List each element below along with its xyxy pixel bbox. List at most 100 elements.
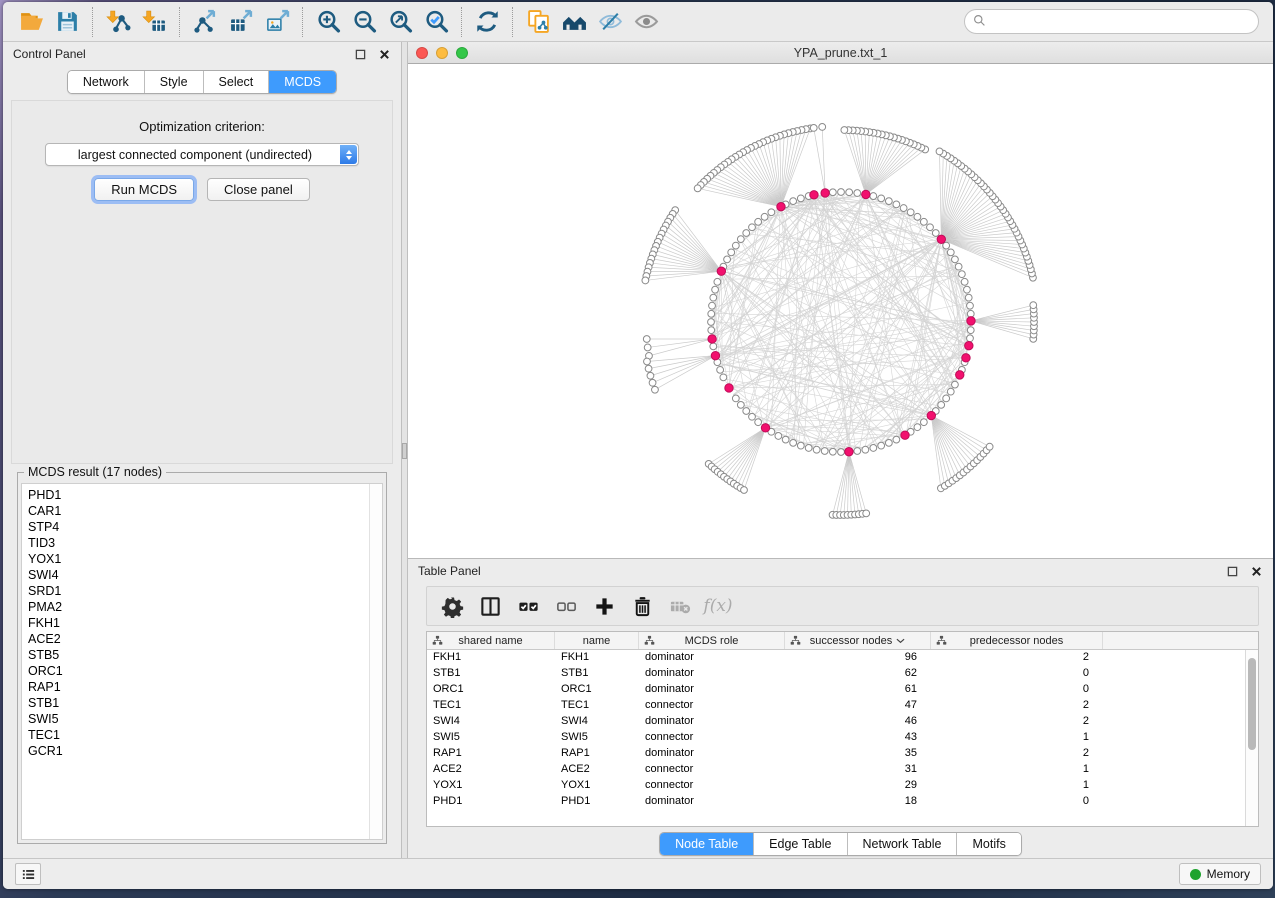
table-scrollbar[interactable] xyxy=(1245,650,1258,826)
table-row[interactable]: SWI4SWI4dominator462 xyxy=(427,714,1258,730)
open-button[interactable] xyxy=(13,6,49,38)
mcds-node[interactable] xyxy=(962,354,970,362)
show-hidden-button[interactable] xyxy=(628,6,664,38)
network-graph[interactable] xyxy=(408,64,1273,558)
mcds-result-item[interactable]: STB5 xyxy=(28,647,382,663)
settings-button[interactable] xyxy=(433,590,471,622)
zoom-out-button[interactable] xyxy=(346,6,382,38)
mcds-result-item[interactable]: PMA2 xyxy=(28,599,382,615)
copy-view-button[interactable] xyxy=(520,6,556,38)
run-mcds-button[interactable]: Run MCDS xyxy=(94,178,194,201)
mcds-node[interactable] xyxy=(777,202,785,210)
mcds-result-item[interactable]: ACE2 xyxy=(28,631,382,647)
split-columns-button[interactable] xyxy=(471,590,509,622)
table-row[interactable]: YOX1YOX1connector291 xyxy=(427,778,1258,794)
mcds-result-item[interactable]: STB1 xyxy=(28,695,382,711)
close-panel-button[interactable]: Close panel xyxy=(207,178,310,201)
column-header-successor-nodes[interactable]: successor nodes xyxy=(785,632,931,649)
mcds-node[interactable] xyxy=(717,267,725,275)
close-window-icon[interactable] xyxy=(416,47,428,59)
table-scrollbar-thumb[interactable] xyxy=(1248,658,1256,750)
mcds-node[interactable] xyxy=(965,341,973,349)
mcds-node[interactable] xyxy=(810,191,818,199)
mcds-result-item[interactable]: SWI4 xyxy=(28,567,382,583)
import-table-button[interactable] xyxy=(136,6,172,38)
tab-network[interactable]: Network xyxy=(68,71,145,93)
mcds-result-item[interactable]: TEC1 xyxy=(28,727,382,743)
zoom-fit-button[interactable] xyxy=(382,6,418,38)
zoom-in-button[interactable] xyxy=(310,6,346,38)
float-panel-icon[interactable] xyxy=(353,47,367,61)
splitter-handle-icon[interactable] xyxy=(402,443,407,459)
table-tab-node-table[interactable]: Node Table xyxy=(660,833,754,855)
tab-select[interactable]: Select xyxy=(204,71,270,93)
mcds-result-item[interactable]: TID3 xyxy=(28,535,382,551)
tab-style[interactable]: Style xyxy=(145,71,204,93)
refresh-button[interactable] xyxy=(469,6,505,38)
mcds-node[interactable] xyxy=(956,371,964,379)
table-row[interactable]: ACE2ACE2connector311 xyxy=(427,762,1258,778)
mcds-node[interactable] xyxy=(937,235,945,243)
mcds-result-item[interactable]: GCR1 xyxy=(28,743,382,759)
select-all-columns-button[interactable] xyxy=(509,590,547,622)
mcds-result-item[interactable]: STP4 xyxy=(28,519,382,535)
table-row[interactable]: TEC1TEC1connector472 xyxy=(427,698,1258,714)
mcds-node[interactable] xyxy=(711,351,719,359)
table-row[interactable]: RAP1RAP1dominator352 xyxy=(427,746,1258,762)
network-view-canvas[interactable] xyxy=(408,64,1273,558)
table-row[interactable]: SWI5SWI5connector431 xyxy=(427,730,1258,746)
export-table-button[interactable] xyxy=(223,6,259,38)
table-row[interactable]: STB1STB1dominator620 xyxy=(427,666,1258,682)
mcds-result-item[interactable]: RAP1 xyxy=(28,679,382,695)
tab-mcds[interactable]: MCDS xyxy=(269,71,336,93)
export-image-button[interactable] xyxy=(259,6,295,38)
panel-splitter[interactable] xyxy=(401,42,408,858)
mcds-result-item[interactable]: SWI5 xyxy=(28,711,382,727)
optimization-criterion-select[interactable]: largest connected component (undirected) xyxy=(45,143,359,166)
mcds-node[interactable] xyxy=(927,411,935,419)
column-header-MCDS-role[interactable]: MCDS role xyxy=(639,632,785,649)
column-header-predecessor-nodes[interactable]: predecessor nodes xyxy=(931,632,1103,649)
mcds-list-scrollbar[interactable] xyxy=(369,484,382,839)
mcds-node[interactable] xyxy=(967,317,975,325)
table-tab-motifs[interactable]: Motifs xyxy=(957,833,1020,855)
mcds-node[interactable] xyxy=(761,424,769,432)
task-history-button[interactable] xyxy=(15,863,41,885)
delete-column-button[interactable] xyxy=(623,590,661,622)
mcds-node[interactable] xyxy=(845,448,853,456)
float-table-panel-icon[interactable] xyxy=(1225,564,1239,578)
column-header-shared-name[interactable]: shared name xyxy=(427,632,555,649)
mcds-node[interactable] xyxy=(901,431,909,439)
mcds-result-item[interactable]: ORC1 xyxy=(28,663,382,679)
zoom-selected-button[interactable] xyxy=(418,6,454,38)
mcds-result-list[interactable]: PHD1CAR1STP4TID3YOX1SWI4SRD1PMA2FKH1ACE2… xyxy=(21,483,383,840)
add-column-button[interactable] xyxy=(585,590,623,622)
table-tab-network-table[interactable]: Network Table xyxy=(848,833,958,855)
zoom-window-icon[interactable] xyxy=(456,47,468,59)
mcds-node[interactable] xyxy=(725,384,733,392)
mcds-node[interactable] xyxy=(821,189,829,197)
close-table-panel-icon[interactable] xyxy=(1249,564,1263,578)
overview-button[interactable] xyxy=(556,6,592,38)
memory-button[interactable]: Memory xyxy=(1179,863,1261,885)
hide-selected-button[interactable] xyxy=(592,6,628,38)
unselect-all-columns-button[interactable] xyxy=(547,590,585,622)
table-tab-edge-table[interactable]: Edge Table xyxy=(754,833,847,855)
mcds-result-item[interactable]: FKH1 xyxy=(28,615,382,631)
mcds-result-item[interactable]: CAR1 xyxy=(28,503,382,519)
save-button[interactable] xyxy=(49,6,85,38)
mcds-result-item[interactable]: YOX1 xyxy=(28,551,382,567)
export-network-button[interactable] xyxy=(187,6,223,38)
table-row[interactable]: PHD1PHD1dominator180 xyxy=(427,794,1258,810)
minimize-window-icon[interactable] xyxy=(436,47,448,59)
table-row[interactable]: ORC1ORC1dominator610 xyxy=(427,682,1258,698)
search-input[interactable] xyxy=(964,9,1259,34)
mcds-node[interactable] xyxy=(862,190,870,198)
close-panel-icon[interactable] xyxy=(377,47,391,61)
column-header-name[interactable]: name xyxy=(555,632,639,649)
mcds-result-item[interactable]: SRD1 xyxy=(28,583,382,599)
mcds-node[interactable] xyxy=(708,335,716,343)
table-row[interactable]: FKH1FKH1dominator962 xyxy=(427,650,1258,666)
import-network-button[interactable] xyxy=(100,6,136,38)
mcds-result-item[interactable]: PHD1 xyxy=(28,487,382,503)
